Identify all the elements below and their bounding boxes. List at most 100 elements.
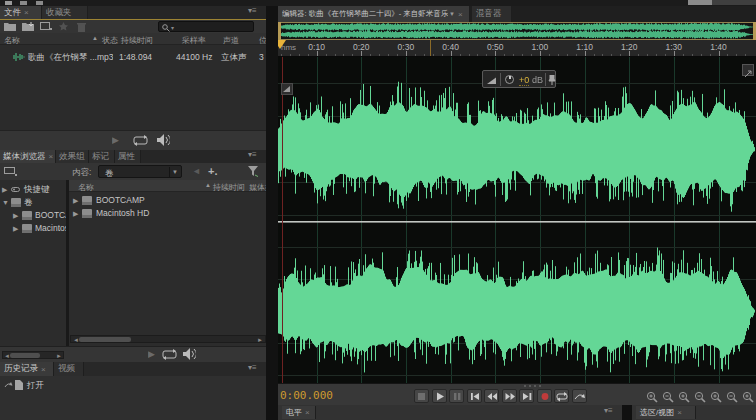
tab-history[interactable]: 历史记录× bbox=[0, 362, 54, 376]
zoom-out-button[interactable] bbox=[662, 390, 675, 403]
skip-button[interactable] bbox=[572, 389, 587, 403]
next-button[interactable] bbox=[519, 389, 534, 403]
history-entry[interactable]: 打开 bbox=[0, 379, 266, 391]
expander-icon[interactable]: ▶ bbox=[2, 186, 7, 194]
zoom-sel-left-button[interactable] bbox=[726, 390, 739, 403]
play-icon[interactable]: ▶ bbox=[112, 135, 119, 145]
tab-media-browser[interactable]: 媒体浏览器× bbox=[0, 150, 56, 163]
menu-icon-3[interactable] bbox=[36, 1, 43, 5]
stop-button[interactable] bbox=[414, 389, 429, 403]
tab-markers[interactable]: 标记 bbox=[89, 150, 115, 163]
speaker-icon[interactable] bbox=[182, 348, 196, 360]
back-arrow-icon[interactable]: ◄ bbox=[192, 166, 201, 176]
panel-menu-icon[interactable]: ▾≡ bbox=[248, 9, 257, 13]
col-duration[interactable]: 持续时间 bbox=[213, 182, 245, 193]
add-shortcut-icon[interactable]: +. bbox=[208, 165, 217, 177]
tab-levels[interactable]: 电平× bbox=[282, 406, 316, 419]
grip-dots[interactable] bbox=[524, 385, 544, 387]
hud-gain-value[interactable]: +0 bbox=[519, 75, 529, 86]
loop-button[interactable] bbox=[554, 389, 569, 403]
expander-icon[interactable]: ▶ bbox=[73, 197, 78, 205]
timeline-ruler[interactable]: hms 0:100:200:300:400:501:001:101:201:30… bbox=[278, 40, 756, 57]
forward-button[interactable] bbox=[502, 389, 517, 403]
panel-menu-icon[interactable]: ▾≡ bbox=[248, 153, 257, 157]
pause-button[interactable] bbox=[449, 389, 464, 403]
time-display[interactable]: 0:00.000 bbox=[280, 389, 333, 402]
col-name[interactable]: 名称 bbox=[78, 182, 94, 193]
ruler-label: 1:20 bbox=[615, 42, 643, 52]
editor-corner-icon[interactable] bbox=[742, 64, 754, 76]
rewind-button[interactable] bbox=[484, 389, 499, 403]
ruler-label: 1:30 bbox=[660, 42, 688, 52]
hud-panel[interactable]: +0 dB bbox=[482, 70, 556, 88]
zoom-sel-right-button[interactable] bbox=[742, 390, 755, 403]
hud-collapsed-icon[interactable] bbox=[281, 83, 293, 95]
play-icon[interactable]: ▶ bbox=[148, 349, 155, 359]
expander-icon[interactable]: ▶ bbox=[73, 210, 78, 218]
list-item[interactable]: ▶ BOOTCAMP bbox=[69, 194, 266, 207]
delete-icon[interactable] bbox=[77, 22, 86, 32]
favorite-icon[interactable] bbox=[58, 22, 69, 31]
overview-strip[interactable] bbox=[278, 22, 756, 40]
pin-icon[interactable] bbox=[548, 75, 556, 85]
tree-item[interactable]: ▶快捷键 bbox=[0, 183, 66, 196]
tree-item[interactable]: ▶BOOTCAMP bbox=[0, 209, 66, 222]
overview-left-handle[interactable] bbox=[278, 22, 281, 40]
import-file-icon[interactable] bbox=[22, 22, 35, 31]
tree-item[interactable]: ▼卷 bbox=[0, 196, 66, 209]
menu-icon-1[interactable] bbox=[5, 1, 12, 5]
tab-selection-view[interactable]: 选区/视图× bbox=[636, 406, 696, 419]
search-dropdown-arrow[interactable]: ▾ bbox=[171, 24, 174, 31]
expander-icon[interactable]: ▶ bbox=[13, 212, 18, 220]
speaker-icon[interactable] bbox=[156, 134, 170, 146]
zoom-out-time-button[interactable] bbox=[694, 390, 707, 403]
search-icon bbox=[162, 24, 170, 32]
tab-effects-rack[interactable]: 效果组 bbox=[56, 150, 89, 163]
zoom-in-button[interactable] bbox=[646, 390, 659, 403]
close-icon[interactable]: × bbox=[677, 408, 682, 417]
close-icon[interactable]: × bbox=[305, 408, 310, 417]
close-icon[interactable]: × bbox=[41, 365, 46, 374]
list-item[interactable]: ▶ Macintosh HD bbox=[69, 207, 266, 220]
panel-menu-icon[interactable]: ▾≡ bbox=[248, 366, 257, 370]
content-dropdown[interactable]: 卷 ▼ bbox=[98, 165, 182, 178]
volume-knob[interactable] bbox=[505, 75, 514, 84]
expander-icon[interactable]: ▼ bbox=[2, 199, 9, 206]
play-button[interactable] bbox=[432, 389, 447, 403]
prev-button[interactable] bbox=[467, 389, 482, 403]
tab-editor[interactable]: 编辑器: 歌曲《在竹钢琴曲二十四》- 来自虾米音乐 .mp3 ▼ × bbox=[278, 6, 470, 22]
panel-divider[interactable] bbox=[266, 6, 278, 420]
chevron-down-icon[interactable]: ▼ bbox=[449, 11, 455, 17]
zoom-selection-button[interactable] bbox=[710, 390, 723, 403]
menu-icon-2[interactable] bbox=[20, 1, 27, 5]
media-list-hscrollbar[interactable]: ◄ ► bbox=[70, 335, 266, 343]
extract-audio-icon[interactable] bbox=[40, 22, 52, 31]
loop-icon[interactable] bbox=[133, 135, 148, 146]
playhead-line[interactable] bbox=[282, 57, 283, 383]
tab-files[interactable]: 文件× bbox=[0, 6, 42, 19]
filter-icon[interactable] bbox=[248, 166, 259, 177]
zoom-in-time-button[interactable] bbox=[678, 390, 691, 403]
close-icon[interactable]: × bbox=[24, 8, 29, 17]
sort-asc-icon[interactable]: ▲ bbox=[92, 35, 98, 41]
panel-menu-icon[interactable]: ▾≡ bbox=[604, 409, 613, 413]
waveform-display[interactable] bbox=[278, 57, 756, 383]
monitor-icon[interactable] bbox=[4, 167, 17, 177]
col-media-type[interactable]: 媒体类型 bbox=[249, 182, 266, 193]
media-tree-hscrollbar[interactable]: ◄ ► bbox=[2, 351, 64, 359]
expander-icon[interactable]: ▶ bbox=[13, 225, 18, 233]
tree-item[interactable]: ▶Macintosh HD bbox=[0, 222, 66, 235]
open-folder-icon[interactable] bbox=[4, 22, 17, 31]
tab-properties[interactable]: 属性 bbox=[115, 150, 141, 163]
playhead-handle[interactable] bbox=[278, 40, 286, 49]
sort-asc-icon[interactable]: ▲ bbox=[205, 182, 211, 188]
tab-mixer[interactable]: 混音器 bbox=[472, 6, 512, 22]
close-icon[interactable]: × bbox=[458, 10, 463, 19]
tab-favorites[interactable]: 收藏夹 bbox=[42, 6, 88, 19]
record-button[interactable] bbox=[537, 389, 552, 403]
tab-video[interactable]: 视频 bbox=[54, 362, 84, 376]
close-icon[interactable]: × bbox=[49, 152, 54, 161]
search-box[interactable]: ▾ bbox=[158, 21, 254, 32]
file-row[interactable]: 歌曲《在竹钢琴 ...mp3 1:48.094 44100 Hz 立体声 3 bbox=[0, 51, 266, 63]
loop-icon[interactable] bbox=[162, 349, 177, 360]
